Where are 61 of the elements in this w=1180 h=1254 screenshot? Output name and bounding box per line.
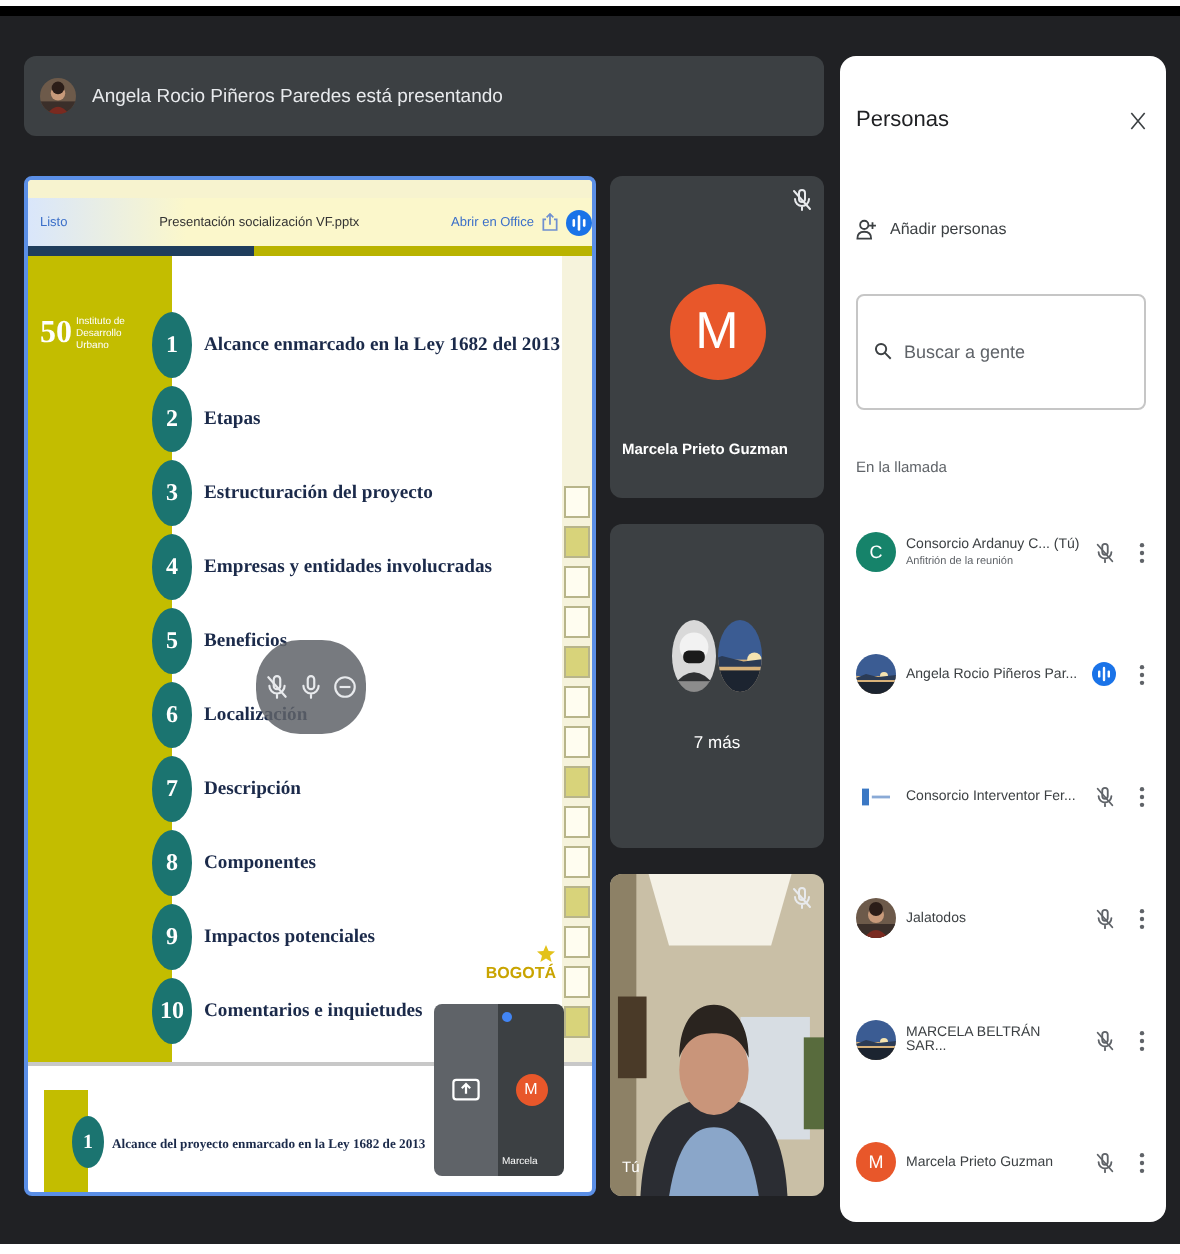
avatar: C (856, 532, 896, 572)
add-person-icon[interactable] (856, 217, 878, 239)
close-icon[interactable] (1130, 109, 1146, 131)
slide-thumbnail[interactable] (564, 726, 590, 758)
more-options-icon[interactable] (1138, 785, 1146, 807)
slide-thumbnail[interactable] (564, 486, 590, 518)
item-number: 10 (152, 978, 192, 1044)
mic-off-icon (264, 674, 290, 700)
slide-thumbnail[interactable] (564, 566, 590, 598)
share-icon[interactable] (541, 212, 558, 232)
more-options-icon[interactable] (1138, 1029, 1146, 1051)
more-options-icon[interactable] (1138, 541, 1146, 563)
agenda-item: Componentes (204, 852, 316, 874)
presenter-text: Angela Rocio Piñeros Paredes está presentando (92, 85, 503, 107)
slide-thumbnail[interactable] (564, 846, 590, 878)
slide-thumbnail[interactable] (564, 686, 590, 718)
item-number: 1 (152, 312, 192, 378)
slide-thumbnail[interactable] (564, 886, 590, 918)
panel-title: Personas (856, 108, 949, 132)
screen-share-icon[interactable] (452, 1077, 480, 1103)
search-icon (874, 342, 892, 360)
slide-thumbnail[interactable] (564, 646, 590, 678)
agenda-item: Beneficios (204, 630, 288, 652)
agenda-item: Comentarios e inquietudes (204, 1000, 423, 1022)
slide-thumbnail[interactable] (564, 1006, 590, 1038)
logo-icon (862, 787, 890, 805)
item-number: 1 (72, 1116, 104, 1168)
item-number: 7 (152, 756, 192, 822)
item-number: 8 (152, 830, 192, 896)
agenda-item: Descripción (204, 778, 301, 800)
slide-thumbnail[interactable] (564, 766, 590, 798)
agenda-item: Empresas y entidades involucradas (204, 556, 493, 578)
search-field[interactable]: Buscar a gente (856, 294, 1146, 410)
slide-thumbnail[interactable] (564, 966, 590, 998)
more-participants-label: 7 más (693, 731, 741, 752)
item-number: 4 (152, 534, 192, 600)
slide-thumbnail[interactable] (564, 606, 590, 638)
slide-thumbnail[interactable] (564, 926, 590, 958)
mic-icon[interactable] (298, 674, 324, 700)
avatar: M (515, 1073, 547, 1105)
star-icon (536, 944, 556, 964)
agenda-item: Impactos potenciales (204, 926, 376, 948)
item-number: 3 (152, 460, 192, 526)
agenda-item: Estructuración del proyecto (204, 482, 433, 504)
avatar: M (669, 283, 765, 380)
agenda-item: Alcance enmarcado en la Ley 1682 del 2013 (204, 334, 561, 356)
item-number: 2 (152, 386, 192, 452)
slide-thumbnail[interactable] (564, 806, 590, 838)
add-people-link[interactable]: Añadir personas (890, 219, 1007, 237)
item-number: 5 (152, 608, 192, 674)
logo-number: 50 (40, 316, 72, 352)
more-options-icon[interactable] (1138, 663, 1146, 685)
item-number: 9 (152, 904, 192, 970)
city-logo-text: BOGOTÁ (485, 964, 556, 982)
more-options-icon[interactable] (1138, 907, 1146, 929)
avatar: M (856, 1142, 896, 1182)
minus-circle-icon[interactable] (332, 674, 358, 700)
agenda-item: Etapas (204, 408, 261, 430)
more-options-icon[interactable] (1138, 1151, 1146, 1173)
slide-thumbnail[interactable] (564, 526, 590, 558)
item-number: 6 (152, 682, 192, 748)
